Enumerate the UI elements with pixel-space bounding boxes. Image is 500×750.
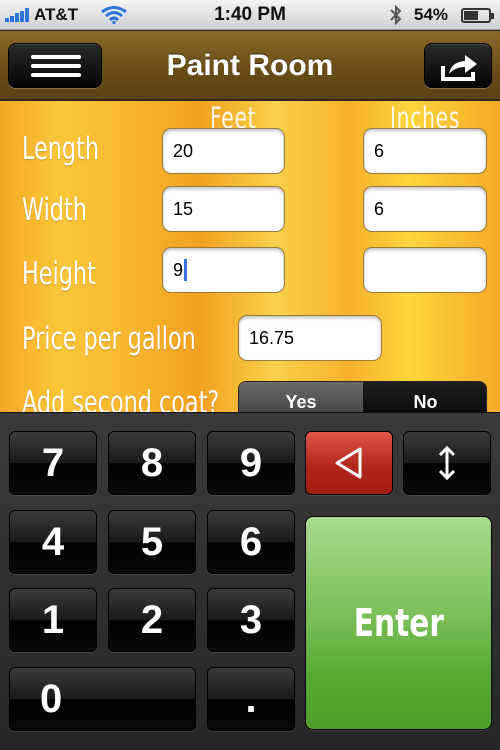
length-label: Length bbox=[22, 131, 99, 167]
up-down-key[interactable] bbox=[403, 431, 491, 495]
height-inches-input[interactable] bbox=[363, 247, 487, 293]
key-0[interactable]: 0 bbox=[9, 667, 196, 731]
wifi-icon bbox=[101, 6, 127, 24]
room-dimensions-form: Feet Inches Length 20 6 Width 15 6 Heigh… bbox=[0, 101, 500, 413]
numeric-keypad: 7 8 9 4 5 6 1 2 3 0 . Enter bbox=[0, 412, 500, 750]
second-coat-yes-button[interactable]: Yes bbox=[239, 382, 363, 413]
bluetooth-icon bbox=[390, 4, 402, 26]
carrier-name: AT&T bbox=[34, 5, 79, 24]
key-2[interactable]: 2 bbox=[108, 588, 196, 652]
price-per-gallon-label: Price per gallon bbox=[22, 321, 196, 357]
second-coat-no-button[interactable]: No bbox=[363, 382, 486, 413]
up-down-arrow-icon bbox=[438, 445, 456, 481]
key-4[interactable]: 4 bbox=[9, 510, 97, 574]
menu-button[interactable] bbox=[8, 43, 102, 88]
length-feet-input[interactable]: 20 bbox=[162, 128, 285, 174]
length-inches-input[interactable]: 6 bbox=[363, 128, 487, 174]
key-1[interactable]: 1 bbox=[9, 588, 97, 652]
key-9[interactable]: 9 bbox=[207, 431, 295, 495]
price-per-gallon-input[interactable]: 16.75 bbox=[238, 315, 382, 361]
signal-icon bbox=[5, 8, 31, 22]
backspace-triangle-icon bbox=[335, 447, 362, 479]
key-6[interactable]: 6 bbox=[207, 510, 295, 574]
height-label: Height bbox=[22, 256, 96, 292]
height-feet-input[interactable]: 9 bbox=[162, 247, 285, 293]
key-5[interactable]: 5 bbox=[108, 510, 196, 574]
battery-percent: 54% bbox=[414, 5, 449, 24]
share-icon bbox=[441, 55, 477, 81]
key-7[interactable]: 7 bbox=[9, 431, 97, 495]
key-decimal[interactable]: . bbox=[207, 667, 295, 731]
width-label: Width bbox=[22, 192, 87, 228]
battery-icon bbox=[461, 8, 494, 23]
second-coat-label: Add second coat? bbox=[22, 385, 220, 413]
key-8[interactable]: 8 bbox=[108, 431, 196, 495]
navigation-bar: Paint Room bbox=[0, 31, 500, 100]
share-button[interactable] bbox=[424, 43, 492, 88]
enter-label: Enter bbox=[353, 601, 444, 645]
second-coat-toggle: Yes No bbox=[238, 381, 487, 413]
height-feet-value: 9 bbox=[173, 260, 184, 280]
status-bar: AT&T 1:40 PM 54% bbox=[0, 0, 500, 30]
enter-key[interactable]: Enter bbox=[305, 516, 492, 730]
width-feet-input[interactable]: 15 bbox=[162, 186, 285, 232]
delete-key[interactable] bbox=[305, 431, 393, 495]
key-3[interactable]: 3 bbox=[207, 588, 295, 652]
text-cursor bbox=[184, 259, 188, 281]
width-inches-input[interactable]: 6 bbox=[363, 186, 487, 232]
